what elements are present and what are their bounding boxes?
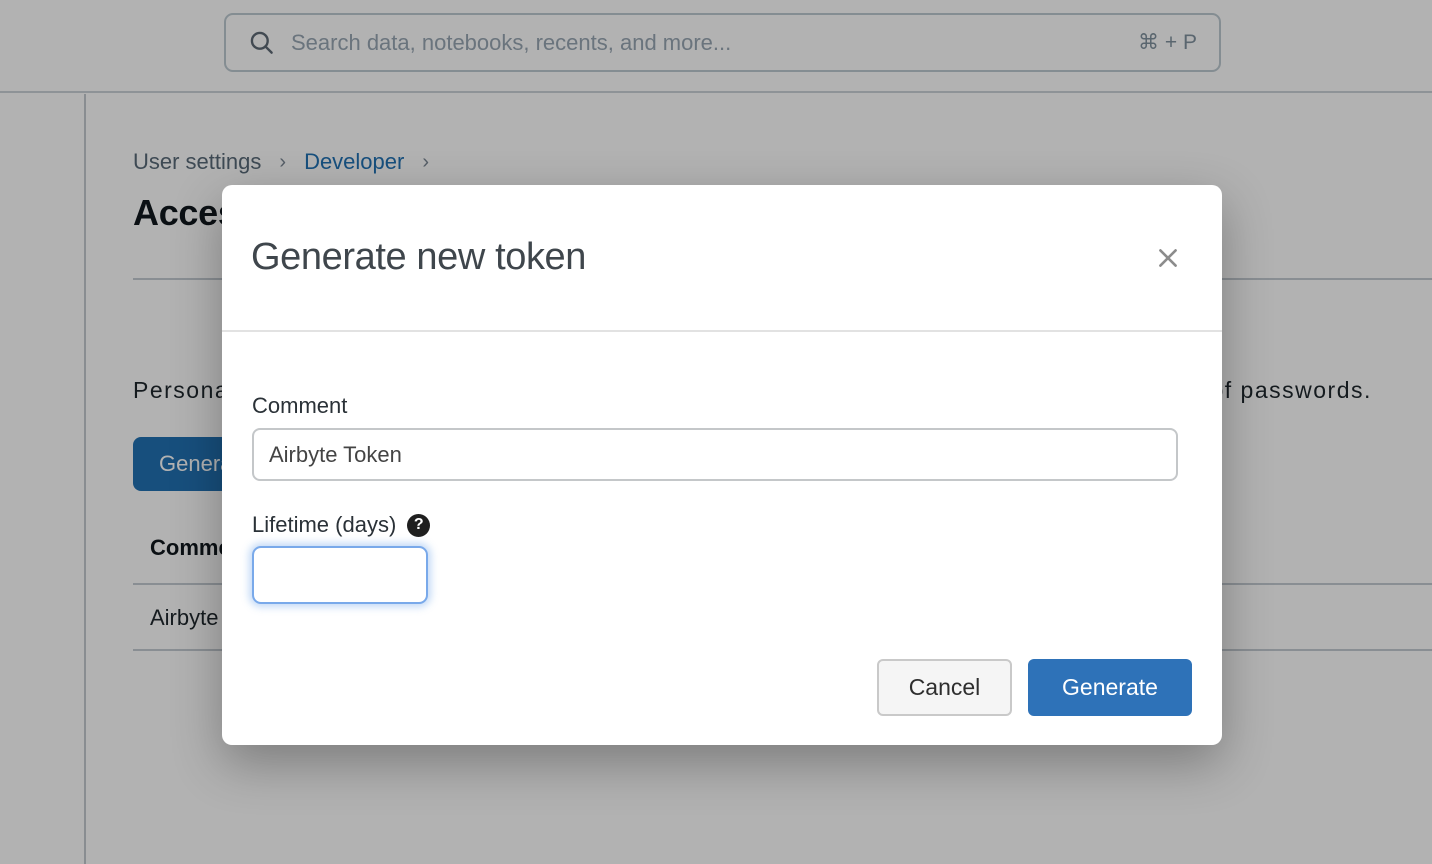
comment-input[interactable] [252,428,1178,481]
lifetime-label: Lifetime (days) ? [252,512,430,538]
lifetime-days-input[interactable] [252,546,428,604]
help-icon[interactable]: ? [407,514,430,537]
dialog-header: Generate new token [222,185,1222,332]
lifetime-label-text: Lifetime (days) [252,512,396,538]
dialog-footer: Cancel Generate [877,659,1192,716]
close-button[interactable] [1150,240,1186,276]
dialog-title: Generate new token [251,236,586,279]
generate-token-dialog: Generate new token Comment Lifetime (day… [222,185,1222,745]
comment-label: Comment [252,393,347,419]
close-icon [1155,245,1181,271]
cancel-button[interactable]: Cancel [877,659,1012,716]
generate-button[interactable]: Generate [1028,659,1192,716]
